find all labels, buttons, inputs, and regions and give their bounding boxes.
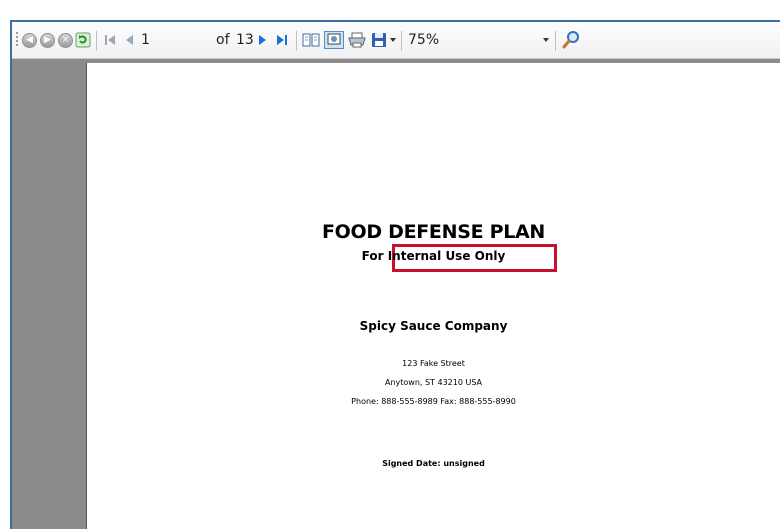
address-line-2: Anytown, ST 43210 USA [384,378,483,387]
forward-icon[interactable]: ▶ [40,33,55,48]
company-name: Spicy Sauce Company [359,319,508,333]
print-layout-icon[interactable] [323,22,345,58]
zoom-select[interactable]: 75% [408,22,508,58]
document-title: FOOD DEFENSE PLAN [321,221,546,243]
address-line-1: 123 Fake Street [402,359,465,368]
stop-icon[interactable]: × [58,33,73,48]
save-dropdown-icon[interactable] [389,22,397,58]
toolbar-grip-icon [14,22,20,58]
toolbar-separator [296,31,297,51]
first-page-icon[interactable] [102,22,118,58]
document-map-icon[interactable] [301,22,321,58]
report-toolbar: ◀ ▶ × 1 of 13 75% [12,22,780,59]
find-icon[interactable] [561,22,581,58]
signed-date: Signed Date: unsigned [382,459,485,468]
save-icon[interactable] [370,22,388,58]
page-of-label: of [216,32,230,48]
total-pages-label: 13 [236,32,254,48]
report-page: FOOD DEFENSE PLAN For Internal Use Only … [86,63,780,529]
print-icon[interactable] [347,22,367,58]
next-page-icon[interactable] [255,22,269,58]
report-viewport[interactable]: FOOD DEFENSE PLAN For Internal Use Only … [12,59,780,529]
phone-fax: Phone: 888-555-8989 Fax: 888-555-8990 [351,397,516,406]
refresh-icon[interactable] [75,22,91,58]
last-page-icon[interactable] [274,22,290,58]
zoom-dropdown-icon[interactable] [542,22,550,58]
toolbar-separator [555,31,556,51]
previous-page-icon[interactable] [122,22,136,58]
back-icon[interactable]: ◀ [22,33,37,48]
report-viewer-window: ◀ ▶ × 1 of 13 75% FOOD DEFENSE PLAN For … [10,20,780,529]
current-page-input[interactable]: 1 [141,22,191,58]
toolbar-separator [96,31,97,51]
toolbar-separator [401,31,402,51]
document-subtitle: For Internal Use Only [361,249,506,263]
